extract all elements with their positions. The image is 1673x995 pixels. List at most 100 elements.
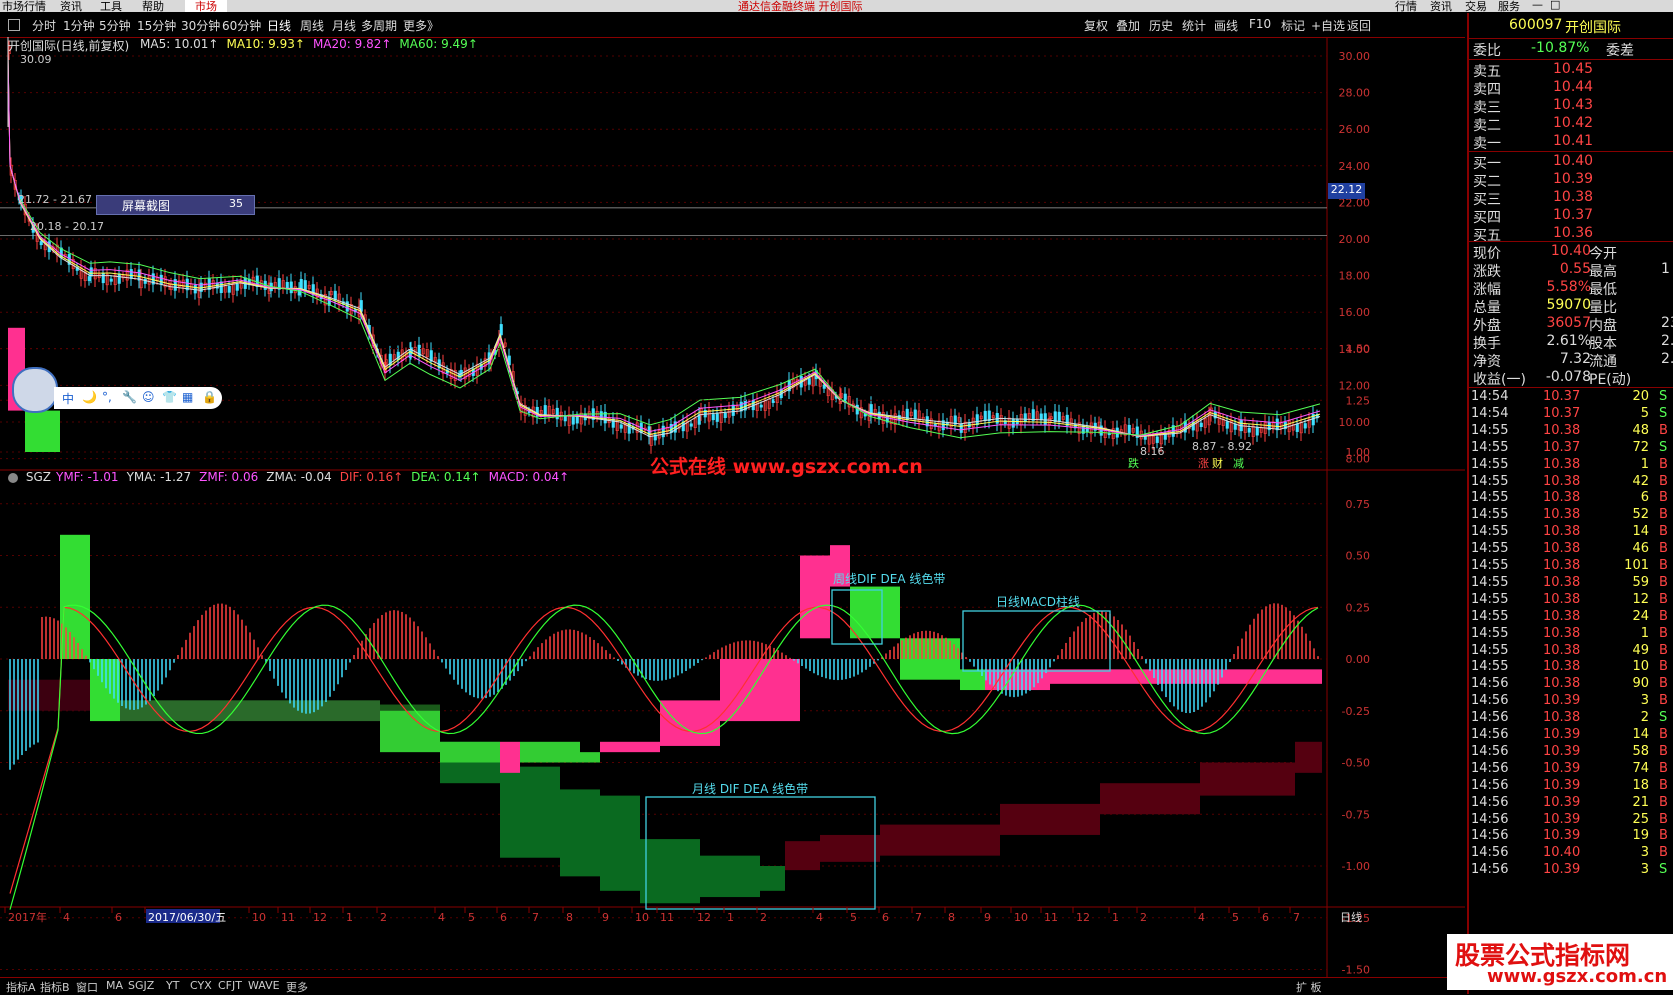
indicator-params: YMF: -1.01 YMA: -1.27 ZMF: 0.06 ZMA: -0.04 D…	[56, 470, 577, 484]
price-axis-label: 24.00	[1339, 160, 1371, 173]
period-tab-6[interactable]: 日线	[267, 17, 291, 34]
weibi-row: 委比 -10.87% 委差	[1471, 40, 1673, 59]
indicator-toggle-icon[interactable]	[8, 472, 18, 483]
tick-side: B	[1659, 659, 1668, 675]
ask-price: 10.42	[1553, 115, 1594, 131]
floating-tool-icon[interactable]: 🔧	[122, 390, 137, 404]
tick-time: 14:55	[1471, 507, 1509, 523]
panel-toggle-icon[interactable]	[8, 19, 20, 31]
price-axis-label: 10.00	[1339, 416, 1371, 429]
period-tab-4[interactable]: 30分钟	[181, 17, 220, 34]
bottom-tab-9[interactable]: 更多	[286, 979, 308, 995]
period-tab-8[interactable]: 月线	[332, 17, 356, 34]
tick-time: 14:56	[1471, 743, 1509, 759]
menu-right-item-2[interactable]: 交易	[1465, 0, 1487, 12]
period-tab-7[interactable]: 周线	[300, 17, 324, 34]
tick-time: 14:55	[1471, 439, 1509, 455]
bid-price: 10.39	[1553, 171, 1594, 187]
indicator-axis-label: -0.50	[1342, 757, 1370, 770]
tick-side: B	[1659, 507, 1668, 523]
bottom-tab-8[interactable]: WAVE	[248, 979, 280, 992]
ask-price: 10.45	[1553, 61, 1594, 77]
menu-right-item-3[interactable]: 服务	[1498, 0, 1520, 12]
menu-item-3[interactable]: 帮助	[142, 0, 164, 12]
menu-item-1[interactable]: 资讯	[60, 0, 82, 12]
toolbar-btn-6[interactable]: 标记	[1281, 17, 1305, 34]
toolbar-btn-0[interactable]: 复权	[1084, 17, 1108, 34]
tick-price: 10.39	[1543, 743, 1581, 759]
bottom-tab-4[interactable]: SGJZ	[128, 979, 154, 992]
bottom-tab-5[interactable]: YT	[166, 979, 179, 992]
tick-side: B	[1659, 777, 1668, 793]
floating-tool-icon[interactable]: 👕	[162, 390, 177, 404]
period-tab-1[interactable]: 1分钟	[63, 17, 95, 34]
floating-tool-icon[interactable]: ▦	[182, 390, 193, 404]
tick-volume: 42	[1632, 473, 1649, 489]
date-axis-label: 1	[346, 911, 353, 924]
date-axis-label: 1	[727, 911, 734, 924]
menu-item-0[interactable]: 市场行情	[2, 0, 46, 12]
toolbar-btn-8[interactable]: 返回	[1347, 17, 1371, 34]
avatar-icon[interactable]	[12, 367, 58, 413]
floating-tool-icon[interactable]: 🌙	[82, 390, 97, 404]
screenshot-tooltip[interactable]: 屏幕截图 35	[96, 195, 255, 215]
bottom-right-label: 扩 板	[1296, 981, 1322, 994]
weibi-label: 委比	[1473, 43, 1501, 59]
tick-price: 10.39	[1543, 777, 1581, 793]
tick-side: B	[1659, 490, 1668, 506]
period-tab-3[interactable]: 15分钟	[137, 17, 176, 34]
date-axis-label: 10	[635, 911, 649, 924]
indicator-param-2: ZMF: 0.06	[199, 470, 259, 484]
tick-time: 14:55	[1471, 574, 1509, 590]
toolbar-btn-4[interactable]: 画线	[1214, 17, 1238, 34]
toolbar-btn-2[interactable]: 历史	[1149, 17, 1173, 34]
floating-tool-icon[interactable]: 中	[62, 390, 74, 407]
bottom-tab-3[interactable]: MA	[106, 979, 123, 992]
menu-right-item-1[interactable]: 资讯	[1430, 0, 1452, 12]
tick-row: 14:56 10.38 2 S	[1471, 710, 1673, 728]
toolbar-btn-3[interactable]: 统计	[1182, 17, 1206, 34]
date-axis-label: 2	[760, 911, 767, 924]
date-axis-label: 7	[915, 911, 922, 924]
tick-row: 14:56 10.39 3 B	[1471, 693, 1673, 711]
toolbar-btn-7[interactable]: +自选	[1311, 17, 1345, 34]
stat-label: 涨跌	[1473, 264, 1501, 280]
tick-price: 10.38	[1543, 524, 1581, 540]
period-tab-10[interactable]: 更多》	[403, 17, 439, 34]
bottom-tab-0[interactable]: 指标A	[6, 979, 36, 995]
weibi-value: -10.87%	[1531, 40, 1590, 56]
bottom-tab-7[interactable]: CFJT	[218, 979, 242, 992]
bid-price: 10.36	[1553, 225, 1594, 241]
stat-label-2: 流通	[1589, 354, 1617, 370]
floating-tool-icon[interactable]: °,	[102, 390, 112, 404]
bottom-tab-6[interactable]: CYX	[190, 979, 212, 992]
period-tab-0[interactable]: 分时	[32, 17, 56, 34]
bottom-tab-2[interactable]: 窗口	[76, 979, 98, 995]
menu-right-item-0[interactable]: 行情	[1395, 0, 1417, 12]
tick-price: 10.38	[1543, 558, 1581, 573]
floating-tool-icon[interactable]: 🔒	[202, 390, 217, 404]
tick-side: B	[1659, 794, 1668, 810]
tick-volume: 21	[1632, 794, 1649, 810]
tick-side: B	[1659, 743, 1668, 759]
ask-label: 卖二	[1473, 118, 1501, 134]
period-tab-9[interactable]: 多周期	[361, 17, 397, 34]
toolbar-btn-1[interactable]: 叠加	[1116, 17, 1140, 34]
bottom-tab-1[interactable]: 指标B	[40, 979, 70, 995]
menu-item-2[interactable]: 工具	[100, 0, 122, 12]
window-control-icon[interactable]: —	[1532, 0, 1543, 11]
period-tab-2[interactable]: 5分钟	[99, 17, 131, 34]
stat-row: 外盘 36057内盘 23	[1471, 315, 1673, 334]
menu-item-active[interactable]: 市场	[185, 0, 227, 12]
window-control-icon[interactable]: □	[1550, 0, 1560, 11]
tick-row: 14:55 10.37 72 S	[1471, 440, 1673, 458]
toolbar-btn-5[interactable]: F10	[1249, 17, 1271, 31]
tick-time: 14:56	[1471, 811, 1509, 827]
ma-label-1: MA10: 9.93↑	[226, 37, 305, 51]
stat-value: 36057	[1546, 315, 1591, 331]
tick-row: 14:55 10.38 59 B	[1471, 575, 1673, 593]
period-tab-5[interactable]: 60分钟	[222, 17, 261, 34]
indicator-axis-label: 0.50	[1346, 550, 1371, 563]
floating-tool-icon[interactable]: ☺	[142, 390, 155, 404]
tick-time: 14:56	[1471, 727, 1509, 742]
